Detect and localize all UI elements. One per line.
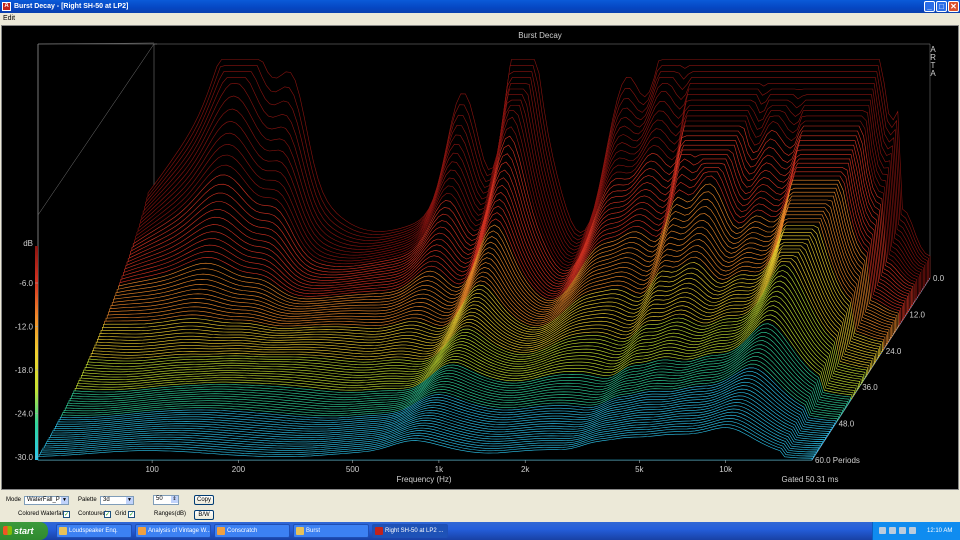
taskbar: start Loudspeaker Enq. Analysis of Vinta…: [0, 522, 960, 540]
taskbar-item-label: Loudspeaker Enq.: [69, 528, 118, 534]
ranges-label: Ranges(dB): [154, 511, 187, 517]
y-tick-label: 36.0: [862, 383, 878, 392]
z-tick-label: -6.0: [19, 279, 33, 288]
z-tick-label: -18.0: [15, 366, 34, 375]
palette-select[interactable]: 3d ▼: [100, 496, 134, 505]
window-title: Burst Decay - [Right SH-50 at LP2]: [14, 3, 129, 10]
palette-label: Palette: [78, 497, 97, 503]
chevron-down-icon: ▼: [61, 497, 68, 504]
y-tick-label: 60.0 Periods: [815, 456, 860, 465]
z-tick-label: -12.0: [15, 323, 34, 332]
tray-icon[interactable]: [909, 527, 916, 534]
x-tick-label: 1k: [435, 465, 444, 474]
menu-bar: Edit: [0, 13, 960, 24]
x-tick-label: 2k: [521, 465, 530, 474]
x-tick-label: 100: [145, 465, 159, 474]
bw-button[interactable]: B/W: [194, 510, 214, 520]
contoured-checkbox[interactable]: ✓: [104, 511, 111, 518]
maximize-button[interactable]: □: [936, 1, 947, 12]
clock: 12:10 AM: [927, 528, 953, 534]
colored-waterfall-checkbox[interactable]: ✓: [63, 511, 70, 518]
folder-icon: [59, 527, 67, 535]
z-tick-label: -30.0: [15, 453, 34, 462]
y-tick-label: 12.0: [909, 310, 925, 319]
taskbar-item[interactable]: Loudspeaker Enq.: [56, 524, 132, 538]
x-tick-label: 10k: [719, 465, 733, 474]
gated-label: Gated 50.31 ms: [782, 475, 839, 484]
mode-label: Mode: [6, 497, 22, 503]
mode-value: WaterFall_P: [27, 497, 60, 503]
title-bar[interactable]: A Burst Decay - [Right SH-50 at LP2] _ □…: [0, 0, 960, 13]
arta-icon: [375, 527, 383, 535]
y-tick-label: 24.0: [886, 347, 902, 356]
browser-icon: [217, 527, 225, 535]
waterfall-plot: Burst Decay A R T AdB -6.0 -12.0 -18.0 -24.0 -30.…: [1, 25, 959, 490]
frame-line: [37, 43, 155, 216]
colored-waterfall-label: Colored Waterfall: [18, 511, 65, 517]
arta-window: A Burst Decay - [Right SH-50 at LP2] _ □…: [0, 0, 960, 522]
browser-icon: [138, 527, 146, 535]
tray-icon[interactable]: [879, 527, 886, 534]
spin-value: 50: [156, 496, 163, 502]
x-tick-label: 5k: [635, 465, 644, 474]
colorbar: [35, 246, 38, 460]
copy-button[interactable]: Copy: [194, 495, 214, 505]
chart-title: Burst Decay: [518, 31, 562, 40]
contoured-label: Contoured: [78, 511, 107, 517]
taskbar-item-label: Conscratch: [227, 528, 258, 534]
waterfall-chart: Burst DecayARTAdB-6.0-12.0-18.0-24.0-30.…: [15, 31, 945, 484]
grid-checkbox[interactable]: ✓: [128, 511, 135, 518]
tray-icon[interactable]: [889, 527, 896, 534]
taskbar-item-label: Right SH-50 at LP2 ...: [385, 528, 444, 534]
taskbar-item[interactable]: Conscratch: [214, 524, 290, 538]
x-axis-label: Frequency (Hz): [396, 475, 451, 484]
windows-logo-icon: [3, 526, 12, 535]
taskbar-item-active[interactable]: Right SH-50 at LP2 ...: [372, 524, 448, 538]
controls-panel: Mode WaterFall_P ▼ Palette 3d ▼ 50 ⇕ Cop…: [0, 490, 960, 522]
z-axis-label: dB: [23, 239, 33, 248]
watermark-letter: A: [930, 69, 936, 78]
x-tick-label: 500: [346, 465, 360, 474]
mode-select[interactable]: WaterFall_P ▼: [24, 496, 69, 505]
close-button[interactable]: ✕: [948, 1, 959, 12]
start-button[interactable]: start: [0, 522, 48, 540]
y-tick-label: 48.0: [839, 420, 855, 429]
minimize-button[interactable]: _: [924, 1, 935, 12]
range-spinner[interactable]: 50 ⇕: [153, 495, 179, 505]
tray-icon[interactable]: [899, 527, 906, 534]
taskbar-item[interactable]: Analysis of Vintage W...: [135, 524, 211, 538]
menu-edit[interactable]: Edit: [3, 15, 15, 22]
taskbar-item-label: Analysis of Vintage W...: [148, 528, 211, 534]
y-tick-label: 0.0: [933, 274, 945, 283]
app-icon: A: [2, 2, 11, 11]
folder-icon: [296, 527, 304, 535]
taskbar-item-label: Burst: [306, 528, 321, 534]
spinner-arrows-icon[interactable]: ⇕: [171, 496, 178, 503]
start-label: start: [14, 526, 34, 536]
palette-value: 3d: [103, 497, 110, 503]
grid-label: Grid: [115, 511, 127, 517]
z-tick-label: -24.0: [15, 410, 34, 419]
system-tray: 12:10 AM: [872, 522, 960, 540]
taskbar-item[interactable]: Burst: [293, 524, 369, 538]
x-tick-label: 200: [232, 465, 246, 474]
chevron-down-icon: ▼: [126, 497, 133, 504]
